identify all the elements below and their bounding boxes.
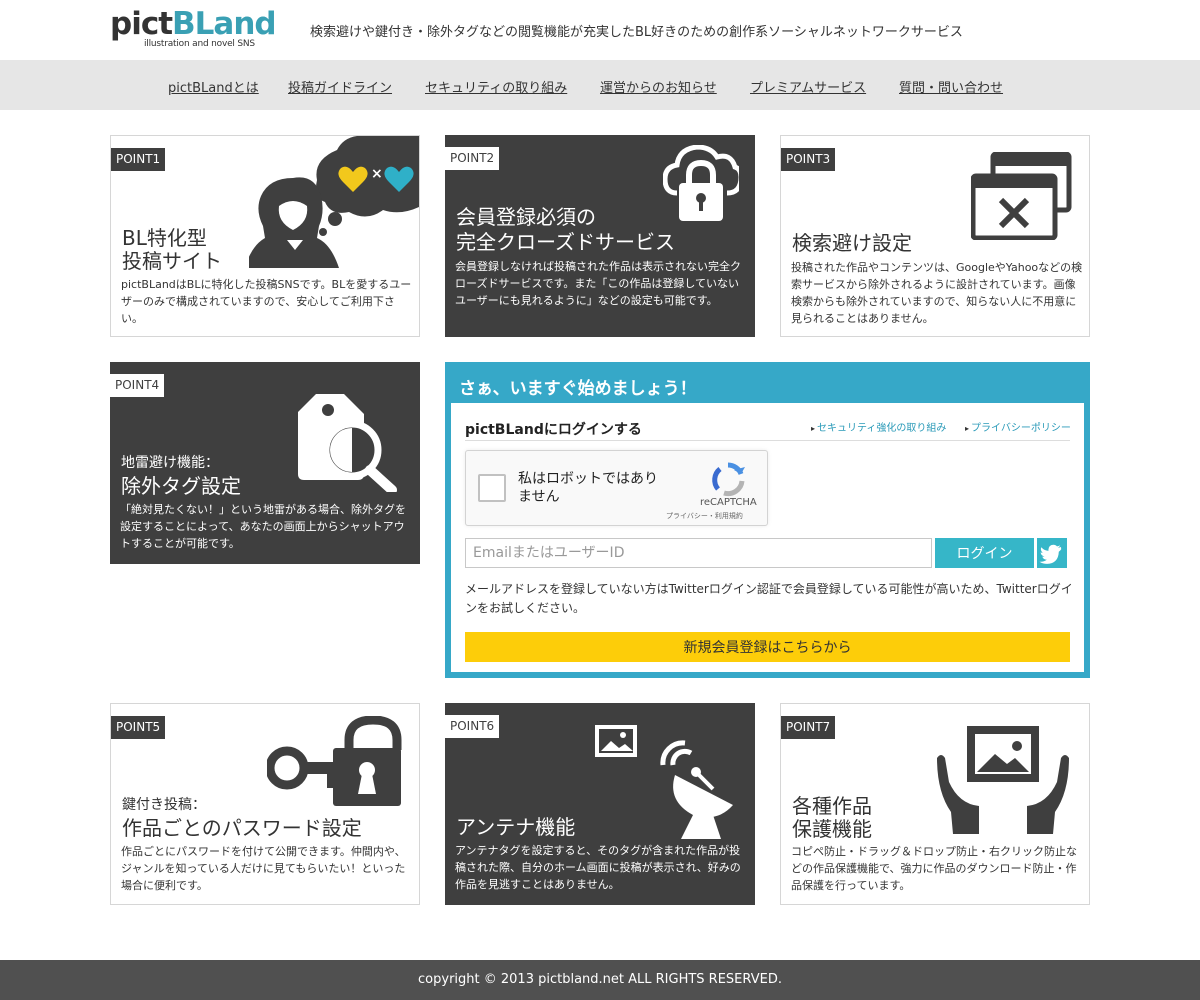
point-card-7: POINT7 各種作品 保護機能 コピペ防止・ドラッグ＆ドロップ防止・右クリック… — [780, 703, 1090, 905]
recaptcha-widget: 私はロボットではありません reCAPTCHA プライバシー・利用規約 — [465, 450, 768, 526]
point-description: 投稿された作品やコンテンツは、GoogleやYahooなどの検索サービスから除外… — [791, 261, 1083, 325]
twitter-login-button[interactable] — [1037, 538, 1067, 568]
point-title-line-2: 保護機能 — [792, 817, 872, 841]
recaptcha-checkbox[interactable] — [478, 474, 506, 502]
point-description: pictBLandはBLに特化した投稿SNSです。BLを愛するユーザーのみで構成… — [121, 278, 412, 325]
point-title-line-2: 完全クローズドサービス — [456, 230, 675, 254]
point-card-6: POINT6 アンテナ機能 アンテナタグを設定すると、そのタグが含まれた作品が投… — [445, 703, 755, 905]
security-link[interactable]: セキュリティ強化の取り組み — [811, 419, 946, 434]
point-title-line-2: 投稿サイト — [122, 249, 222, 273]
woman-thinking-hearts-icon: × — [249, 136, 419, 268]
point-subtitle: 地雷避け機能： — [121, 455, 219, 471]
cloud-lock-icon — [663, 145, 739, 221]
register-button[interactable]: 新規会員登録はこちらから — [465, 632, 1070, 662]
login-button[interactable]: ログイン — [935, 538, 1034, 568]
recaptcha-label: 私はロボットではありません — [518, 471, 658, 505]
point-title-line-1: 除外タグ設定 — [121, 474, 241, 498]
windows-close-icon — [971, 152, 1072, 240]
nav-premium[interactable]: プレミアムサービス — [750, 77, 866, 96]
nav-guidelines[interactable]: 投稿ガイドライン — [288, 77, 392, 96]
nav-about[interactable]: pictBLandとは — [168, 77, 259, 96]
login-heading: さぁ、いますぐ始めましょう！ — [459, 379, 697, 399]
copyright-text: copyright © 2013 pictbland.net ALL RIGHT… — [418, 972, 782, 987]
point-title-line-1: 作品ごとのパスワード設定 — [122, 816, 362, 840]
point-card-1: POINT1 × BL特化型 投稿サイト pictBLandはBLに特化した投稿… — [110, 135, 420, 337]
point-description: 会員登録しなければ投稿された作品は表示されない完全クローズドサービスです。また「… — [455, 260, 741, 307]
point-badge: POINT2 — [445, 147, 500, 170]
point-badge: POINT5 — [111, 716, 166, 739]
point-description: アンテナタグを設定すると、そのタグが含まれた作品が投稿された際、自分のホーム画面… — [455, 844, 741, 891]
point-description: 「絶対見たくない！」という地雷がある場合、除外タグを設定することによって、あなた… — [120, 503, 406, 550]
nav-news[interactable]: 運営からのお知らせ — [600, 77, 717, 96]
recaptcha-terms-link[interactable]: プライバシー・利用規約 — [666, 511, 743, 521]
point-card-3: POINT3 検索避け設定 投稿された作品やコンテンツは、GoogleやYaho… — [780, 135, 1090, 337]
point-badge: POINT4 — [110, 374, 165, 397]
main-nav: pictBLandとは 投稿ガイドライン セキュリティの取り組み 運営からのお知… — [0, 60, 1200, 110]
point-subtitle: 鍵付き投稿： — [122, 797, 206, 813]
point-badge: POINT7 — [781, 716, 836, 739]
point-title-line-1: BL特化型 — [122, 226, 207, 250]
point-title-line-1: アンテナ機能 — [456, 815, 576, 839]
twitter-icon — [1039, 544, 1062, 564]
nav-security[interactable]: セキュリティの取り組み — [425, 77, 567, 96]
point-card-4: POINT4 地雷避け機能： 除外タグ設定 「絶対見たくない！」という地雷がある… — [110, 362, 420, 564]
point-description: 作品ごとにパスワードを付けて公開できます。仲間内や、ジャンルを知っている人だけに… — [121, 845, 406, 892]
tag-search-icon — [298, 394, 397, 492]
svg-text:×: × — [371, 166, 383, 182]
point-card-5: POINT5 鍵付き投稿： 作品ごとのパスワード設定 作品ごとにパスワードを付け… — [110, 703, 420, 905]
key-lock-icon — [267, 716, 402, 806]
site-tagline: 検索避けや鍵付き・除外タグなどの閲覧機能が充実したBL好きのための創作系ソーシャ… — [310, 25, 963, 40]
recaptcha-logo-icon — [712, 462, 745, 497]
hands-picture-icon — [937, 726, 1069, 834]
point-badge: POINT1 — [111, 148, 166, 171]
nav-contact[interactable]: 質問・問い合わせ — [899, 77, 1003, 96]
site-header: pictBLand illustration and novel SNS 検索避… — [0, 0, 1200, 60]
point-badge: POINT6 — [445, 715, 500, 738]
site-logo[interactable]: pictBLand illustration and novel SNS — [110, 6, 277, 52]
logo-subtitle: illustration and novel SNS — [144, 39, 255, 49]
point-card-2: POINT2 会員登録必須の 完全クローズドサービス 会員登録しなければ投稿され… — [445, 135, 755, 337]
email-input[interactable] — [465, 538, 932, 568]
point-title-line-1: 検索避け設定 — [792, 231, 912, 255]
twitter-login-note: メールアドレスを登録していない方はTwitterログイン認証で会員登録している可… — [465, 582, 1073, 615]
login-panel: さぁ、いますぐ始めましょう！ pictBLandにログインする セキュリティ強化… — [445, 362, 1090, 678]
login-title: pictBLandにログインする — [465, 422, 642, 438]
divider — [465, 440, 1070, 441]
point-description: コピペ防止・ドラッグ＆ドロップ防止・右クリック防止などの作品保護機能で、強力に作… — [791, 845, 1077, 892]
satellite-dish-icon — [595, 725, 733, 839]
point-title-line-1: 各種作品 — [792, 794, 872, 818]
logo-wordmark: pictBLand — [110, 6, 277, 42]
recaptcha-brand: reCAPTCHA — [700, 497, 757, 508]
privacy-policy-link[interactable]: プライバシーポリシー — [965, 419, 1071, 434]
login-form: pictBLandにログインする セキュリティ強化の取り組み プライバシーポリシ… — [451, 403, 1084, 672]
point-badge: POINT3 — [781, 148, 836, 171]
point-title-line-1: 会員登録必須の — [456, 205, 596, 229]
site-footer: copyright © 2013 pictbland.net ALL RIGHT… — [0, 960, 1200, 1000]
